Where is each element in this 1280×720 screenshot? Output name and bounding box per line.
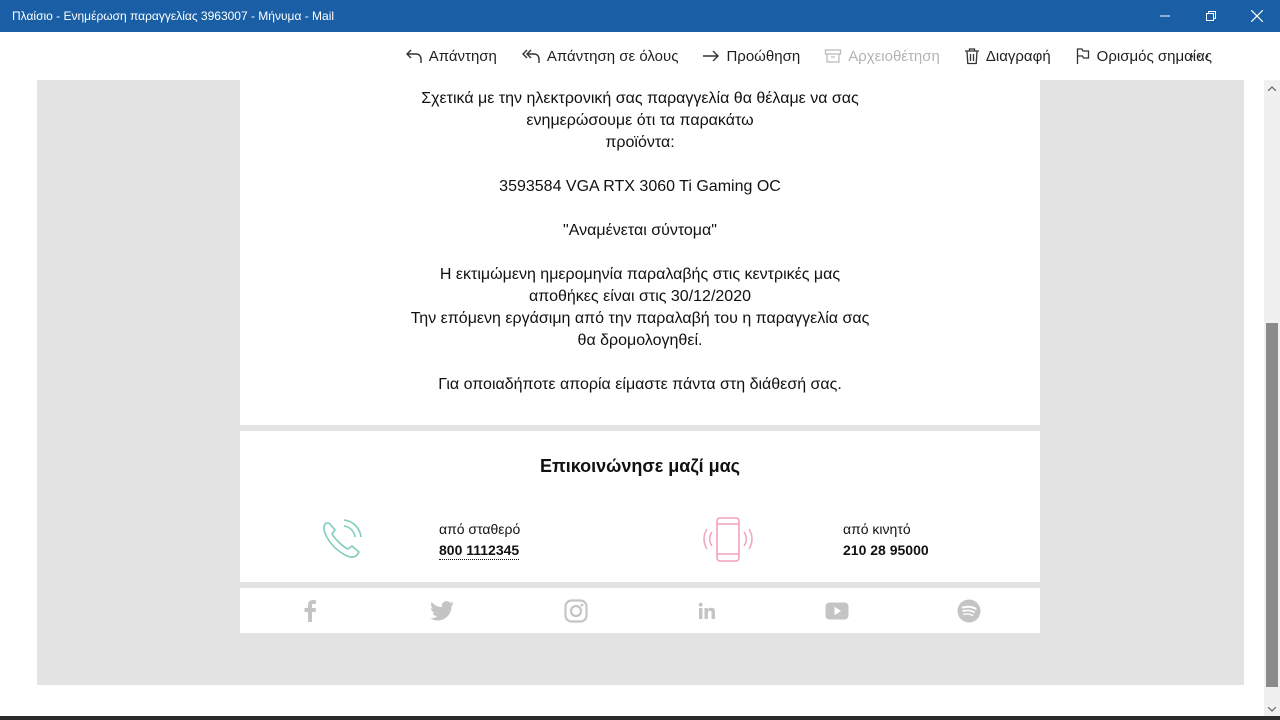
facebook-link[interactable] (297, 598, 323, 624)
archive-button[interactable]: Αρχειοθέτηση (812, 32, 952, 80)
chevron-down-icon (1268, 706, 1276, 712)
spotify-link[interactable] (956, 598, 982, 624)
delivery-date-line: αποθήκες είναι στις 30/12/2020 (529, 288, 751, 305)
archive-icon (825, 49, 842, 63)
scroll-up-button[interactable] (1264, 81, 1280, 95)
restore-button[interactable] (1188, 0, 1234, 32)
close-icon (1251, 10, 1263, 22)
youtube-link[interactable] (824, 598, 850, 624)
reply-icon (405, 49, 422, 63)
facebook-icon (304, 600, 316, 622)
restore-icon (1206, 11, 1216, 21)
more-options-button[interactable]: ··· (1184, 32, 1216, 80)
trash-icon (964, 48, 979, 65)
reply-label: Απάντηση (428, 47, 497, 65)
phone-icon (323, 519, 362, 558)
landline-label: από σταθερό (439, 521, 521, 537)
body-line: Σχετικά με την ηλεκτρονική σας παραγγελί… (421, 90, 859, 107)
linkedin-icon (698, 602, 715, 619)
mobile-label: από κινητό (843, 521, 911, 537)
landline-number-link[interactable]: 800 1112345 (439, 542, 520, 560)
mobile-number: 210 28 95000 (843, 542, 929, 558)
availability-status: "Αναμένεται σύντομα" (563, 222, 717, 239)
youtube-icon (825, 602, 849, 620)
social-links-bar (240, 588, 1040, 633)
instagram-icon (564, 599, 588, 623)
reply-all-label: Απάντηση σε όλους (546, 47, 679, 65)
body-line: θα δρομολογηθεί. (577, 332, 703, 349)
body-line: προϊόντα: (605, 134, 675, 151)
taskbar-edge (0, 716, 1280, 720)
twitter-icon (430, 601, 454, 621)
reply-button[interactable]: Απάντηση (393, 32, 509, 80)
minimize-icon (1160, 15, 1170, 17)
instagram-link[interactable] (563, 598, 589, 624)
forward-label: Προώθηση (726, 47, 801, 65)
product-line: 3593584 VGA RTX 3060 Ti Gaming OC (499, 178, 781, 195)
contact-card: Επικοινώνησε μαζί μας από σταθερό 800 11… (240, 431, 1040, 582)
minimize-button[interactable] (1142, 0, 1188, 32)
vertical-scrollbar[interactable] (1264, 80, 1280, 716)
body-line: Την επόμενη εργάσιμη από την παραλαβή το… (410, 310, 870, 327)
chevron-up-icon (1268, 85, 1276, 91)
close-button[interactable] (1234, 0, 1280, 32)
forward-button[interactable]: Προώθηση (690, 32, 812, 80)
delete-button[interactable]: Διαγραφή (952, 32, 1063, 80)
message-body-card: Σχετικά με την ηλεκτρονική σας παραγγελί… (240, 80, 1040, 425)
window-title: Πλαίσιο - Ενημέρωση παραγγελίας 3963007 … (12, 9, 335, 23)
delete-label: Διαγραφή (985, 47, 1051, 65)
reading-pane: Σχετικά με την ηλεκτρονική σας παραγγελί… (37, 80, 1244, 685)
reply-all-icon (521, 49, 540, 63)
contact-title: Επικοινώνησε μαζί μας (539, 456, 741, 476)
message-toolbar: Απάντηση Απάντηση σε όλους Προώθηση Αρχε… (0, 32, 1280, 80)
linkedin-link[interactable] (694, 598, 720, 624)
forward-icon (703, 50, 720, 62)
spotify-icon (957, 599, 981, 623)
message-body: Σχετικά με την ηλεκτρονική σας παραγγελί… (240, 80, 1040, 396)
flag-icon (1076, 48, 1089, 64)
reply-all-button[interactable]: Απάντηση σε όλους (509, 32, 691, 80)
body-line: Η εκτιμώμενη ημερομηνία παραλαβής στις κ… (439, 266, 841, 283)
mobile-phone-icon (703, 517, 753, 562)
archive-label: Αρχειοθέτηση (848, 47, 940, 65)
title-bar: Πλαίσιο - Ενημέρωση παραγγελίας 3963007 … (0, 0, 1280, 32)
body-line: ενημερώσουμε ότι τα παρακάτω (526, 112, 754, 129)
scroll-down-button[interactable] (1264, 702, 1280, 716)
scrollbar-thumb[interactable] (1266, 323, 1278, 687)
body-line: Για οποιαδήποτε απορία είμαστε πάντα στη… (438, 376, 842, 393)
twitter-link[interactable] (429, 598, 455, 624)
